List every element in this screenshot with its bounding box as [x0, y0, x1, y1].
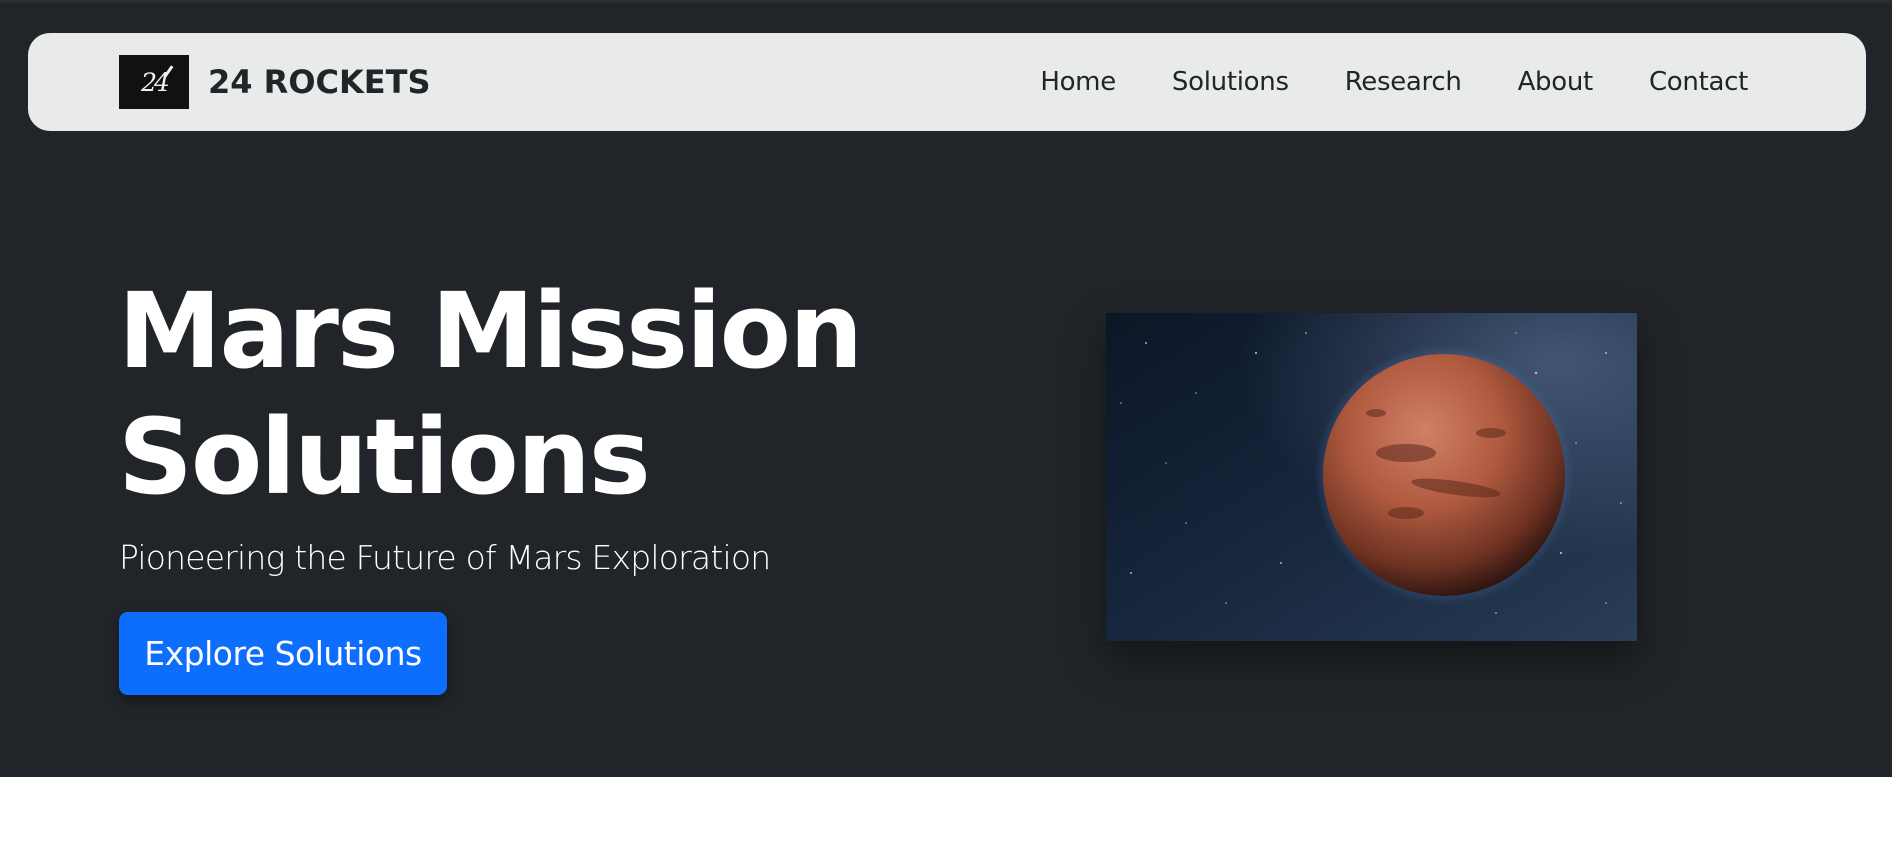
mars-illustration: [1106, 313, 1637, 641]
brand-logo-text: 24: [141, 67, 170, 97]
brand-link[interactable]: 24 24 ROCKETS: [119, 55, 431, 109]
mars-planet-image: [1106, 313, 1637, 641]
nav-link-about[interactable]: About: [1518, 67, 1594, 97]
explore-solutions-button[interactable]: Explore Solutions: [119, 612, 447, 695]
brand-logo-icon: 24: [119, 55, 189, 109]
hero-section: 24 24 ROCKETS Home Solutions Research Ab…: [0, 0, 1892, 777]
nav-link-home[interactable]: Home: [1040, 67, 1116, 97]
top-navbar: 24 24 ROCKETS Home Solutions Research Ab…: [28, 33, 1866, 131]
brand-name: 24 ROCKETS: [208, 63, 431, 101]
nav-link-contact[interactable]: Contact: [1649, 67, 1748, 97]
nav-link-research[interactable]: Research: [1345, 67, 1462, 97]
nav-links: Home Solutions Research About Contact: [1040, 33, 1748, 131]
hero-title: Mars Mission Solutions: [118, 270, 863, 518]
hero-subtitle: Pioneering the Future of Mars Exploratio…: [119, 538, 771, 577]
nav-link-solutions[interactable]: Solutions: [1172, 67, 1289, 97]
